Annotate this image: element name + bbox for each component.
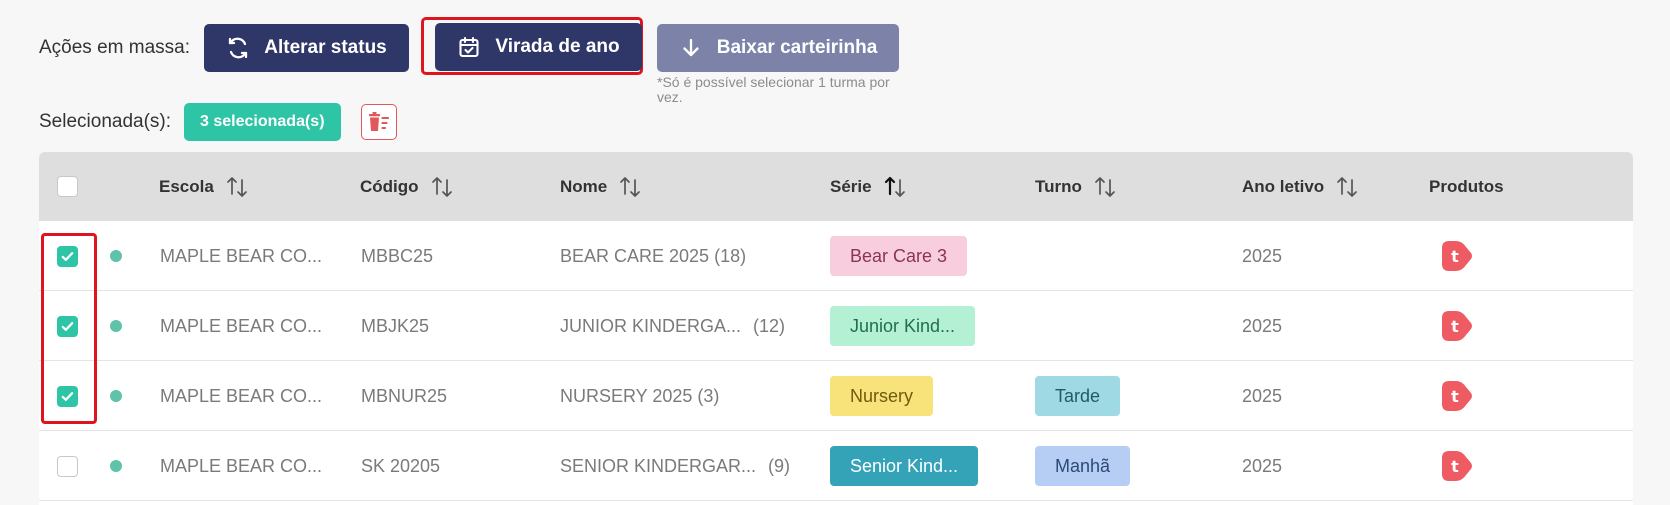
product-icon-letter: t: [1451, 457, 1459, 476]
header-codigo[interactable]: Código: [360, 152, 456, 221]
virada-de-ano-label: Virada de ano: [495, 36, 620, 57]
sort-icon: [1337, 176, 1358, 197]
header-escola-label: Escola: [159, 176, 214, 196]
nome-text: JUNIOR KINDERGA...: [560, 315, 742, 336]
virada-de-ano-button[interactable]: Virada de ano: [435, 23, 642, 71]
page: Ações em massa: Alterar status Virada de…: [0, 0, 1670, 505]
cell-ano: 2025: [1242, 455, 1283, 476]
cell-codigo: MBNUR25: [361, 385, 448, 406]
header-escola[interactable]: Escola: [159, 152, 251, 221]
product-icon[interactable]: t: [1434, 236, 1474, 276]
table-row[interactable]: MAPLE BEAR CO... MBJK25 JUNIOR KINDERGA.…: [39, 291, 1633, 361]
cell-nome: SENIOR KINDERGAR... (9): [560, 431, 790, 501]
sort-icon: [620, 176, 641, 197]
product-icon[interactable]: t: [1434, 306, 1474, 346]
header-turno[interactable]: Turno: [1035, 152, 1119, 221]
cell-nome: BEAR CARE 2025 (18): [560, 221, 746, 291]
turno-badge: Manhã: [1035, 446, 1131, 486]
single-class-note: *Só é possível selecionar 1 turma por ve…: [657, 74, 890, 105]
serie-badge: Senior Kind...: [830, 446, 979, 486]
row-checkbox[interactable]: [57, 455, 78, 477]
cell-ano: 2025: [1242, 245, 1283, 266]
cell-codigo: MBJK25: [361, 315, 430, 336]
header-turno-label: Turno: [1035, 176, 1082, 196]
row-checkbox[interactable]: [57, 315, 78, 337]
classes-table: Escola Código Nome Série Turno Ano letiv…: [39, 152, 1633, 505]
cell-codigo: SK 20205: [361, 455, 441, 476]
check-icon: [61, 251, 74, 261]
serie-badge: Bear Care 3: [830, 236, 968, 276]
sort-icon: [1095, 176, 1115, 197]
header-serie-label: Série: [830, 176, 872, 196]
table-row[interactable]: MAPLE BEAR CO... MBBC25 BEAR CARE 2025 (…: [39, 221, 1633, 291]
status-dot: [110, 250, 122, 262]
header-nome[interactable]: Nome: [560, 152, 644, 221]
bulk-actions-bar: Ações em massa: Alterar status Virada de…: [39, 17, 899, 105]
product-icon[interactable]: t: [1434, 376, 1474, 416]
sort-icon: [431, 176, 452, 197]
cell-codigo: MBBC25: [361, 245, 434, 266]
row-checkbox[interactable]: [57, 385, 78, 407]
nome-text: SENIOR KINDERGAR...: [560, 455, 757, 476]
cell-escola: MAPLE BEAR CO...: [160, 385, 323, 406]
bulk-actions-label: Ações em massa:: [39, 37, 190, 58]
header-codigo-label: Código: [360, 176, 419, 196]
baixar-carteirinha-label: Baixar carteirinha: [716, 37, 878, 58]
check-icon: [61, 391, 74, 401]
cell-nome: NURSERY 2025 (3): [560, 361, 719, 431]
table-header: Escola Código Nome Série Turno Ano letiv…: [39, 152, 1633, 221]
row-checkbox[interactable]: [57, 245, 78, 267]
table-row[interactable]: MAPLE BEAR CO... SK 20205 SENIOR KINDERG…: [39, 431, 1633, 501]
trash-list-icon: [368, 112, 389, 131]
status-dot: [110, 460, 122, 472]
arrow-down-icon: [683, 38, 699, 57]
selection-bar: Selecionada(s): 3 selecionada(s): [39, 103, 397, 141]
serie-badge: Junior Kind...: [830, 306, 976, 346]
cell-escola: MAPLE BEAR CO...: [160, 245, 323, 266]
selection-count-badge: 3 selecionada(s): [184, 103, 341, 141]
turno-badge: Tarde: [1035, 376, 1121, 416]
nome-count: (9): [768, 455, 791, 476]
header-serie[interactable]: Série: [830, 152, 909, 221]
product-icon-letter: t: [1451, 317, 1459, 336]
nome-text: BEAR CARE 2025 (18): [560, 245, 747, 266]
cell-escola: MAPLE BEAR CO...: [160, 455, 323, 476]
product-icon-letter: t: [1451, 387, 1459, 406]
baixar-column: Baixar carteirinha *Só é possível seleci…: [657, 24, 899, 105]
serie-badge: Nursery: [830, 376, 934, 416]
header-ano-letivo-label: Ano letivo: [1242, 176, 1325, 196]
baixar-carteirinha-button[interactable]: Baixar carteirinha: [657, 24, 899, 72]
nome-count: (12): [753, 315, 786, 336]
header-produtos: Produtos: [1429, 152, 1504, 221]
alterar-status-button[interactable]: Alterar status: [204, 24, 409, 72]
cell-nome: JUNIOR KINDERGA... (12): [560, 291, 785, 361]
status-dot: [110, 320, 122, 332]
calendar-check-icon: [459, 36, 479, 58]
header-nome-label: Nome: [560, 176, 608, 196]
status-dot: [110, 390, 122, 402]
select-all-checkbox[interactable]: [57, 176, 78, 197]
cell-escola: MAPLE BEAR CO...: [160, 315, 323, 336]
cell-ano: 2025: [1242, 385, 1283, 406]
check-icon: [61, 321, 74, 331]
product-icon[interactable]: t: [1434, 446, 1474, 486]
sort-ascending-icon: [884, 176, 905, 197]
virada-highlight-box: Virada de ano: [421, 17, 643, 75]
clear-selection-button[interactable]: [360, 104, 397, 140]
header-ano-letivo[interactable]: Ano letivo: [1242, 152, 1361, 221]
refresh-icon: [229, 37, 248, 59]
selection-label: Selecionada(s):: [39, 111, 172, 132]
product-icon-letter: t: [1451, 247, 1459, 266]
sort-icon: [226, 176, 247, 197]
nome-text: NURSERY 2025 (3): [560, 385, 720, 406]
alterar-status-label: Alterar status: [264, 37, 387, 58]
table-row[interactable]: MAPLE BEAR CO... MBNUR25 NURSERY 2025 (3…: [39, 361, 1633, 431]
select-all-cell: [57, 152, 78, 221]
cell-ano: 2025: [1242, 315, 1283, 336]
header-produtos-label: Produtos: [1429, 176, 1504, 196]
